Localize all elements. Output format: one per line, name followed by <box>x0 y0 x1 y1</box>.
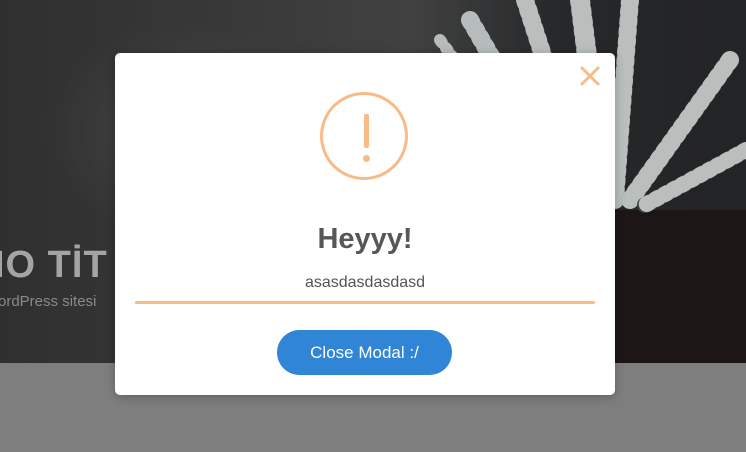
close-icon[interactable] <box>577 63 603 89</box>
warning-dot <box>363 155 370 162</box>
modal-divider <box>135 301 595 304</box>
modal-title: Heyyy! <box>317 223 413 255</box>
modal-text: asasdasdasdasd <box>304 274 426 291</box>
close-modal-button[interactable]: Close Modal :/ <box>277 330 452 375</box>
modal-dialog: Heyyy! asasdasdasdasd Close Modal :/ <box>115 53 615 395</box>
page: IO TİT ordPress sitesi Heyyy! asasdasdas… <box>0 0 746 452</box>
warning-bar <box>364 114 369 148</box>
warning-exclamation-icon <box>320 92 408 180</box>
